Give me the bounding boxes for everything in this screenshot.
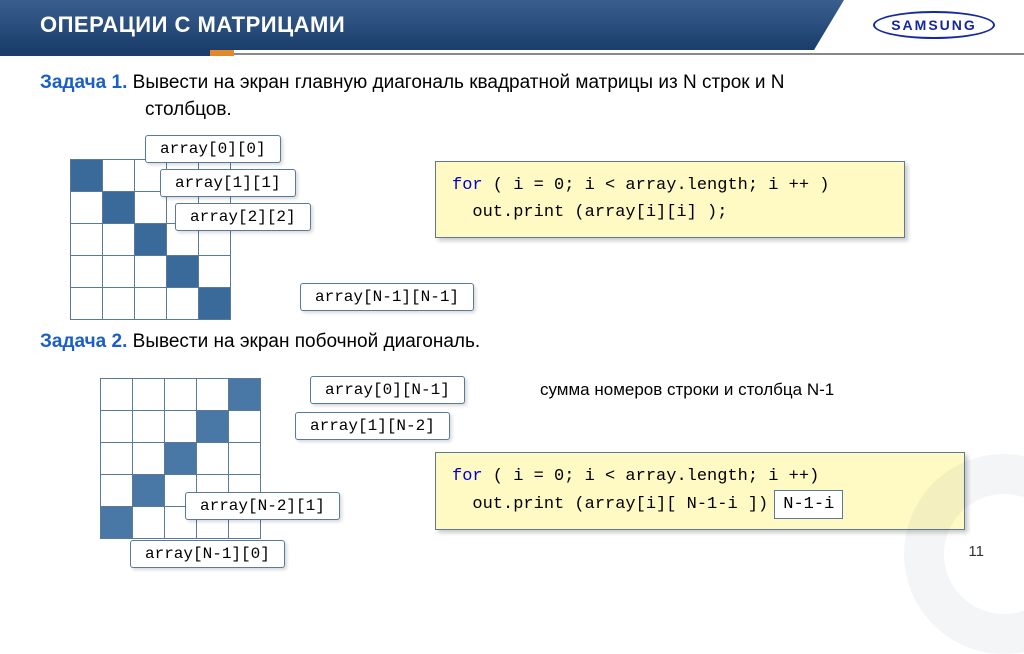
code-task2: for ( i = 0; i < array.length; i ++) out… [435,452,965,530]
task1-label: Задача 1. [40,72,127,93]
label-22: array[2][2] [175,203,311,231]
label-1N2: array[1][N-2] [295,412,450,440]
task2-note: сумма номеров строки и столбца N-1 [540,380,834,400]
task2-text: Задача 2. Вывести на экран побочной диаг… [40,329,984,356]
slide-header: ОПЕРАЦИИ С МАТРИЦАМИ SAMSUNG [0,0,1024,50]
code2-line2: out.print (array[i][ N-1-i ])N-1-i [452,490,948,519]
highlight-N-1-i: N-1-i [774,490,843,519]
label-N10: array[N-1][0] [130,540,285,568]
logo-area: SAMSUNG [844,0,1024,50]
section-1: array[0][0] array[1][1] array[2][2] arra… [40,129,984,329]
label-NN: array[N-1][N-1] [300,283,474,311]
task2-label: Задача 2. [40,331,127,352]
samsung-logo: SAMSUNG [873,11,995,39]
label-0N1: array[0][N-1] [310,376,465,404]
task1-text: Задача 1. Вывести на экран главную диаго… [40,70,984,123]
task2-line: Вывести на экран побочной диагональ. [133,331,481,352]
code2-line1: for ( i = 0; i < array.length; i ++) [452,463,948,490]
slide-content: Задача 1. Вывести на экран главную диаго… [0,50,1024,582]
slide-title: ОПЕРАЦИИ С МАТРИЦАМИ [40,12,345,38]
code1-line2: out.print (array[i][i] ); [452,199,888,226]
label-11: array[1][1] [160,169,296,197]
task1-line2: столбцов. [145,97,984,124]
section-2: array[0][N-1] array[1][N-2] array[N-2][1… [40,362,984,582]
code1-line1: for ( i = 0; i < array.length; i ++ ) [452,172,888,199]
label-N21: array[N-2][1] [185,492,340,520]
task1-line1: Вывести на экран главную диагональ квадр… [133,72,785,93]
code-task1: for ( i = 0; i < array.length; i ++ ) ou… [435,161,905,237]
label-00: array[0][0] [145,135,281,163]
